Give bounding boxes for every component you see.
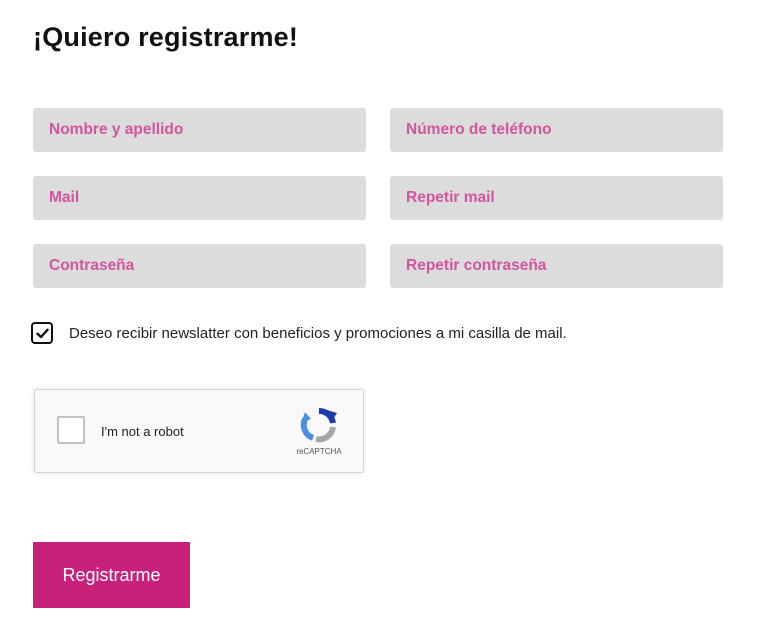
registration-page: ¡Quiero registrarme! Deseo recibir newsl…: [0, 0, 772, 629]
recaptcha-widget: I'm not a robot reCAPTCHA: [34, 389, 364, 473]
password-field[interactable]: [33, 244, 366, 288]
register-button[interactable]: Registrarme: [33, 542, 190, 608]
recaptcha-checkbox[interactable]: [57, 416, 85, 444]
recaptcha-brand: reCAPTCHA: [296, 447, 342, 456]
repeat-password-field[interactable]: [390, 244, 723, 288]
newsletter-option: Deseo recibir newslatter con beneficios …: [31, 322, 567, 344]
full-name-field[interactable]: [33, 108, 366, 152]
recaptcha-logo-icon: [300, 407, 337, 443]
phone-field[interactable]: [390, 108, 723, 152]
recaptcha-label: I'm not a robot: [101, 424, 184, 439]
checkmark-icon: [35, 328, 49, 338]
repeat-email-field[interactable]: [390, 176, 723, 220]
email-field[interactable]: [33, 176, 366, 220]
newsletter-label: Deseo recibir newslatter con beneficios …: [69, 324, 567, 342]
page-title: ¡Quiero registrarme!: [33, 22, 299, 52]
newsletter-checkbox[interactable]: [31, 322, 53, 344]
